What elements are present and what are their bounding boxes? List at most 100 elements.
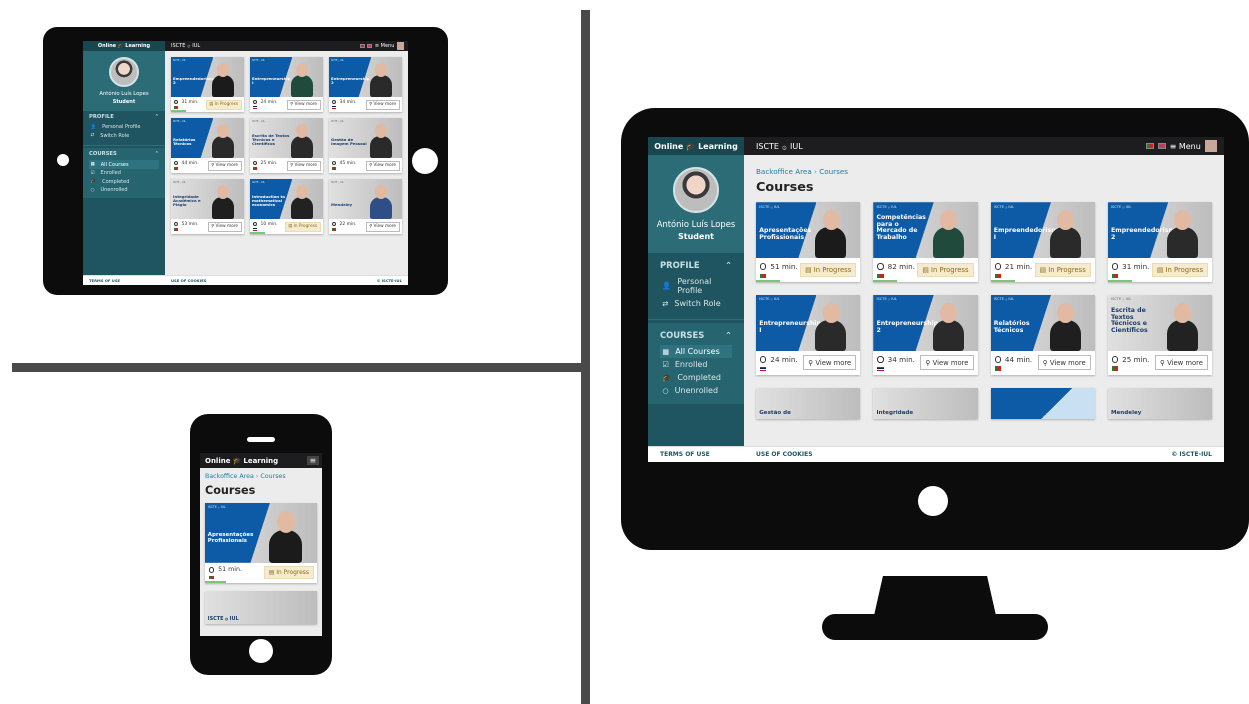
course-thumbnail[interactable]: ISCTE ۞ IUL Entrepreneurship 2 <box>873 294 978 351</box>
course-card[interactable]: ISCTE ۞ IUL <box>205 590 317 624</box>
view-more-button[interactable]: ⚲ View more <box>920 355 974 371</box>
course-thumbnail[interactable]: ISCTE ۞ IUL Apresentações Profissionais <box>756 202 861 259</box>
sidebar-item-switch-role[interactable]: ⇄ Switch Role <box>89 132 159 141</box>
user-avatar[interactable] <box>673 167 719 213</box>
course-thumbnail[interactable]: ISCTE ۞ IUL Competências para o Mercado d… <box>873 202 978 259</box>
in-progress-button[interactable]: ▤ In Progress <box>917 262 974 278</box>
in-progress-button[interactable]: ▤ In Progress <box>264 566 314 580</box>
breadcrumb-current[interactable]: Courses <box>260 473 285 480</box>
course-thumbnail[interactable]: ISCTE ۞ IUL Entrepreneurship 2 <box>329 57 402 97</box>
flag-pt-icon[interactable] <box>359 44 365 48</box>
view-more-button[interactable]: ⚲ View more <box>207 160 242 171</box>
courses-section-header[interactable]: COURSES ⌃ <box>660 330 732 340</box>
user-avatar-small[interactable] <box>396 42 405 50</box>
view-more-button[interactable]: ⚲ View more <box>365 160 400 171</box>
course-card[interactable] <box>990 387 1095 419</box>
hamburger-icon[interactable]: ≡ <box>306 456 319 465</box>
course-card[interactable]: ISCTE ۞ IUL Entrepreneurship I 24 min. ⚲ Vi… <box>250 57 323 112</box>
course-thumbnail[interactable]: ISCTE ۞ IUL Gestão de Imagem Pessoal <box>329 118 402 158</box>
course-card[interactable]: ISCTE ۞ IUL Mendeley 22 min. ⚲ View more <box>329 179 402 234</box>
tablet-home-button[interactable] <box>412 148 438 174</box>
breadcrumb-root[interactable]: Backoffice Area <box>756 167 812 176</box>
course-card[interactable]: ISCTE ۞ IUL Apresentações Profissionais 51… <box>756 202 861 282</box>
view-more-button[interactable]: ⚲ View more <box>1037 355 1091 371</box>
monitor-power-button[interactable] <box>918 486 948 516</box>
view-more-button[interactable]: ⚲ View more <box>286 160 321 171</box>
course-card[interactable]: ISCTE ۞ IUL Empreendedorismo I 21 min. ▤ In… <box>990 202 1095 282</box>
terms-of-use-link[interactable]: TERMS OF USE <box>83 279 165 283</box>
course-thumbnail[interactable]: ISCTE ۞ IUL Mendeley <box>329 179 402 219</box>
course-card[interactable]: ISCTE ۞ IUL Entrepreneurship I 24 min. ⚲ Vi… <box>756 294 861 375</box>
course-card[interactable]: Mendeley <box>1107 387 1212 419</box>
sidebar-item-unenrolled[interactable]: ○ Unenrolled <box>660 384 732 397</box>
view-more-button[interactable]: ⚲ View more <box>1154 355 1208 371</box>
view-more-button[interactable]: ⚲ View more <box>207 221 242 232</box>
flag-pt-icon[interactable] <box>1145 143 1154 149</box>
breadcrumb-current[interactable]: Courses <box>819 167 848 176</box>
course-card[interactable]: ISCTE ۞ IUL Integridade Académica e Plági… <box>171 179 244 234</box>
sidebar-item-enrolled[interactable]: ☑ Enrolled <box>89 169 159 178</box>
view-more-button[interactable]: ⚲ View more <box>803 355 857 371</box>
course-card[interactable]: ISCTE ۞ IUL Escrita de Textos Técnicos e … <box>250 118 323 173</box>
sidebar-item-unenrolled[interactable]: ○ Unenrolled <box>89 186 159 195</box>
sidebar-item-completed[interactable]: 🎓 Completed <box>660 371 732 384</box>
course-card[interactable]: ISCTE ۞ IUL Apresentações Profissionais 51… <box>205 502 317 583</box>
cookies-link[interactable]: USE OF COOKIES <box>744 451 1171 458</box>
in-progress-button[interactable]: ▤ In Progress <box>1151 262 1208 278</box>
menu-button[interactable]: ≡ Menu <box>375 43 395 49</box>
sidebar-item-switch-role[interactable]: ⇄ Switch Role <box>660 297 732 310</box>
course-card[interactable]: ISCTE ۞ IUL Entrepreneurship 2 34 min. ⚲ Vi… <box>873 294 978 375</box>
in-progress-button[interactable]: ▤ In Progress <box>1034 262 1091 278</box>
flag-uk-icon[interactable] <box>1157 143 1166 149</box>
flag-uk-icon[interactable] <box>367 44 373 48</box>
course-thumbnail[interactable]: ISCTE ۞ IUL Entrepreneurship I <box>250 57 323 97</box>
brand-logo[interactable]: Online 🎓 Learning <box>648 137 744 155</box>
course-thumbnail[interactable]: ISCTE ۞ IUL Introduction to mathematical … <box>250 179 323 219</box>
user-avatar[interactable] <box>109 57 139 87</box>
cookies-link[interactable]: USE OF COOKIES <box>165 279 377 283</box>
sidebar-item-all-courses[interactable]: ▦ All Courses <box>660 344 732 358</box>
course-card[interactable]: ISCTE ۞ IUL Gestão de Imagem Pessoal 45 mi… <box>329 118 402 173</box>
terms-of-use-link[interactable]: TERMS OF USE <box>648 451 744 458</box>
course-thumbnail[interactable]: ISCTE ۞ IUL Empreendedorismo I <box>990 202 1095 259</box>
course-card[interactable]: ISCTE ۞ IUL Competências para o Mercado d… <box>873 202 978 282</box>
profile-section-header[interactable]: PROFILE ⌃ <box>89 114 159 120</box>
view-more-button[interactable]: ⚲ View more <box>365 221 400 232</box>
course-thumbnail[interactable]: ISCTE ۞ IUL Entrepreneurship I <box>756 294 861 351</box>
sidebar-item-enrolled[interactable]: ☑ Enrolled <box>660 358 732 371</box>
view-more-button[interactable]: ⚲ View more <box>365 99 400 110</box>
courses-section-header[interactable]: COURSES ⌃ <box>89 151 159 157</box>
in-progress-button[interactable]: ▤ In Progress <box>284 221 321 232</box>
course-card[interactable]: ISCTE ۞ IUL Introduction to mathematical … <box>250 179 323 234</box>
user-avatar-small[interactable] <box>1204 140 1217 152</box>
course-thumbnail[interactable]: ISCTE ۞ IUL Empreendedorismo 2 <box>1107 202 1212 259</box>
sidebar-item-all-courses[interactable]: ▦ All Courses <box>89 160 159 169</box>
course-card[interactable]: ISCTE ۞ IUL Relatórios Técnicos 44 min. ⚲ V… <box>990 294 1095 375</box>
course-card[interactable]: Integridade <box>873 387 978 419</box>
sidebar-item-personal-profile[interactable]: 👤 Personal Profile <box>660 275 732 297</box>
brand-logo[interactable]: Online 🎓 Learning <box>200 453 280 468</box>
course-card[interactable]: ISCTE ۞ IUL Escrita de Textos Técnicos e … <box>1107 294 1212 375</box>
course-thumbnail[interactable]: ISCTE ۞ IUL Empreendedorismo 2 <box>171 57 244 97</box>
view-more-button[interactable]: ⚲ View more <box>286 99 321 110</box>
in-progress-button[interactable]: ▤ In Progress <box>205 99 242 110</box>
in-progress-button[interactable]: ▤ In Progress <box>800 262 857 278</box>
course-thumbnail[interactable]: ISCTE ۞ IUL Integridade Académica e Plági… <box>171 179 244 219</box>
phone-home-button[interactable] <box>249 639 273 663</box>
course-card[interactable]: ISCTE ۞ IUL Empreendedorismo 2 31 min. ▤ In… <box>1107 202 1212 282</box>
course-card[interactable]: Gestão de <box>756 387 861 419</box>
menu-button[interactable]: ≡ Menu <box>1170 142 1201 151</box>
sidebar-item-completed[interactable]: 🎓 Completed <box>89 177 159 186</box>
breadcrumb-root[interactable]: Backoffice Area <box>205 473 254 480</box>
course-card[interactable]: ISCTE ۞ IUL Entrepreneurship 2 34 min. ⚲ Vi… <box>329 57 402 112</box>
course-thumbnail[interactable]: ISCTE ۞ IUL Escrita de Textos Técnicos e … <box>1107 294 1212 351</box>
profile-section-header[interactable]: PROFILE ⌃ <box>660 260 732 270</box>
brand-logo[interactable]: Online 🎓 Learning <box>83 41 165 51</box>
course-thumbnail[interactable]: ISCTE ۞ IUL Escrita de Textos Técnicos e … <box>250 118 323 158</box>
course-thumbnail[interactable]: ISCTE ۞ IUL Apresentações Profissionais <box>205 502 317 563</box>
course-thumbnail[interactable]: ISCTE ۞ IUL Relatórios Técnicos <box>171 118 244 158</box>
course-thumbnail[interactable]: ISCTE ۞ IUL Relatórios Técnicos <box>990 294 1095 351</box>
course-card[interactable]: ISCTE ۞ IUL Relatórios Técnicos 44 min. ⚲ V… <box>171 118 244 173</box>
course-card[interactable]: ISCTE ۞ IUL Empreendedorismo 2 31 min. ▤ In… <box>171 57 244 112</box>
sidebar-item-personal-profile[interactable]: 👤 Personal Profile <box>89 123 159 132</box>
